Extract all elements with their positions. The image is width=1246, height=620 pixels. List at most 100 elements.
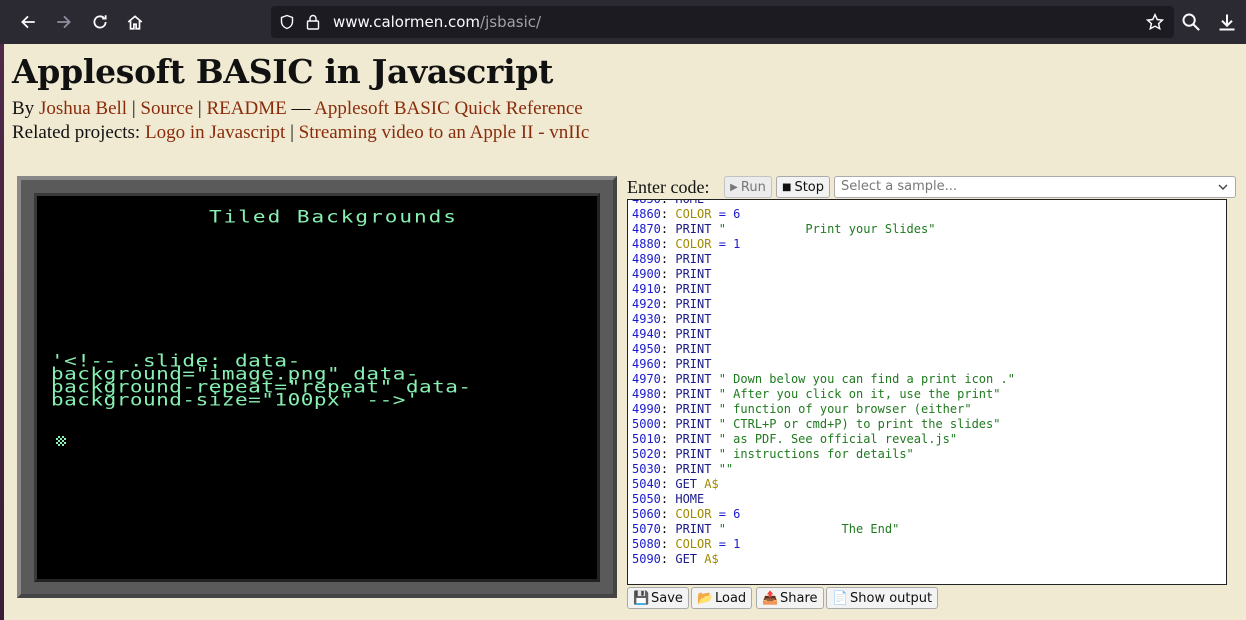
line-number: 4890 [632,252,661,266]
apple2-screen[interactable]: Tiled Backgrounds '<!-- .slide: data- ba… [34,193,600,582]
reload-icon[interactable] [88,10,112,34]
load-button[interactable]: 📂 Load [691,587,753,609]
stop-label: Stop [794,179,824,195]
line-number: 4880 [632,237,661,251]
statement-args: " CTRL+P or cmd+P) to print the slides" [711,417,1001,431]
sample-select[interactable]: Select a sample... [834,176,1236,198]
line-number: 4910 [632,282,661,296]
code-line: 5070: PRINT " The End" [632,522,900,536]
keyword: PRINT [675,462,712,476]
separator: | [290,122,294,143]
line-number: 4940 [632,327,661,341]
shield-icon[interactable] [279,14,295,30]
screen-title-line: Tiled Backgrounds [209,206,458,227]
keyword: PRINT [675,312,712,326]
stop-button[interactable]: ■ Stop [776,176,830,198]
line-number: 5050 [632,492,661,506]
chevron-down-icon [1218,184,1228,190]
line-number: 4990 [632,402,661,416]
line-number: 4860 [632,207,661,221]
code-line: 4970: PRINT " Down below you can find a … [632,372,1015,386]
line-number: 4950 [632,342,661,356]
line-number: 5000 [632,417,661,431]
home-icon[interactable] [123,10,147,34]
run-button[interactable]: ▶ Run [724,176,772,198]
keyword: PRINT [675,357,712,371]
statement-args: = 1 [711,237,741,251]
keyword: PRINT [675,252,712,266]
byline: By Joshua Bell | Source | README — Apple… [12,98,583,120]
screen-body-text: '<!-- .slide: data- background="image.pn… [51,350,472,410]
statement-args: " instructions for details" [711,447,914,461]
dash: — [291,98,311,119]
save-button[interactable]: 💾 Save [627,587,689,609]
share-button[interactable]: 📤 Share [756,587,824,609]
play-icon: ▶ [730,181,738,193]
line-number: 5070 [632,522,661,536]
statement-args: A$ [697,552,719,566]
statement-args: = 6 [711,207,741,221]
keyword: GET [675,552,698,566]
document-icon: 📄 [832,591,849,606]
quickref-link[interactable]: Applesoft BASIC Quick Reference [314,98,583,119]
readme-link[interactable]: README [206,98,286,119]
keyword: PRINT [675,267,712,281]
logo-link[interactable]: Logo in Javascript [145,122,285,143]
apple2-screen-frame: Tiled Backgrounds '<!-- .slide: data- ba… [17,176,617,598]
byline-prefix: By [12,98,35,119]
code-line: 5010: PRINT " as PDF. See official revea… [632,432,958,446]
author-link[interactable]: Joshua Bell [39,98,127,119]
statement-args: " Print your Slides" [711,222,936,236]
stop-icon: ■ [781,181,792,193]
keyword: HOME [675,492,705,506]
page-title: Applesoft BASIC in Javascript [12,52,554,91]
code-line: 4950: PRINT [632,342,712,356]
statement-args: = 6 [711,507,741,521]
code-line: 4990: PRINT " function of your browser (… [632,402,972,416]
line-number: 5060 [632,507,661,521]
lock-icon[interactable] [305,13,321,31]
separator: | [131,98,136,119]
line-number: 4900 [632,267,661,281]
keyword: PRINT [675,432,712,446]
code-line: 4900: PRINT [632,267,712,281]
code-line: 4930: PRINT [632,312,712,326]
code-line: 4940: PRINT [632,327,712,341]
forward-icon[interactable] [52,10,76,34]
url-bar[interactable]: www.calormen.com/jsbasic/ [271,6,1174,38]
code-editor[interactable]: 4850: HOME 4860: COLOR = 6 4870: PRINT " … [627,199,1227,585]
keyword: COLOR [675,507,712,521]
code-line: 4960: PRINT [632,357,712,371]
line-number: 4980 [632,387,661,401]
source-link[interactable]: Source [140,98,193,119]
back-icon[interactable] [16,10,40,34]
show-output-button[interactable]: 📄 Show output [826,587,939,609]
code-line: 5060: COLOR = 6 [632,507,741,521]
keyword: PRINT [675,417,712,431]
keyword: PRINT [675,522,712,536]
load-label: Load [715,590,747,606]
code-line-partial: 4850: HOME [632,199,705,206]
line-number: 5010 [632,432,661,446]
code-line: 5020: PRINT " instructions for details" [632,447,914,461]
code-line: 5000: PRINT " CTRL+P or cmd+P) to print … [632,417,1001,431]
code-line: 5050: HOME [632,492,705,506]
keyword: PRINT [675,327,712,341]
code-line: 4910: PRINT [632,282,712,296]
bookmark-star-icon[interactable] [1146,13,1164,31]
keyword: COLOR [675,207,712,221]
download-icon[interactable] [1217,12,1237,32]
code-line: 4920: PRINT [632,297,712,311]
keyword: PRINT [675,447,712,461]
browser-toolbar: www.calormen.com/jsbasic/ [0,0,1246,44]
run-label: Run [740,179,766,195]
share-label: Share [780,590,818,606]
streaming-link[interactable]: Streaming video to an Apple II - vnIIc [299,122,590,143]
floppy-icon: 💾 [633,591,650,606]
search-icon[interactable] [1181,12,1201,32]
statement-args: A$ [697,477,719,491]
screen-cursor [56,436,66,446]
keyword: COLOR [675,237,712,251]
url-text[interactable]: www.calormen.com/jsbasic/ [333,13,541,31]
code-line: 5090: GET A$ [632,552,719,566]
